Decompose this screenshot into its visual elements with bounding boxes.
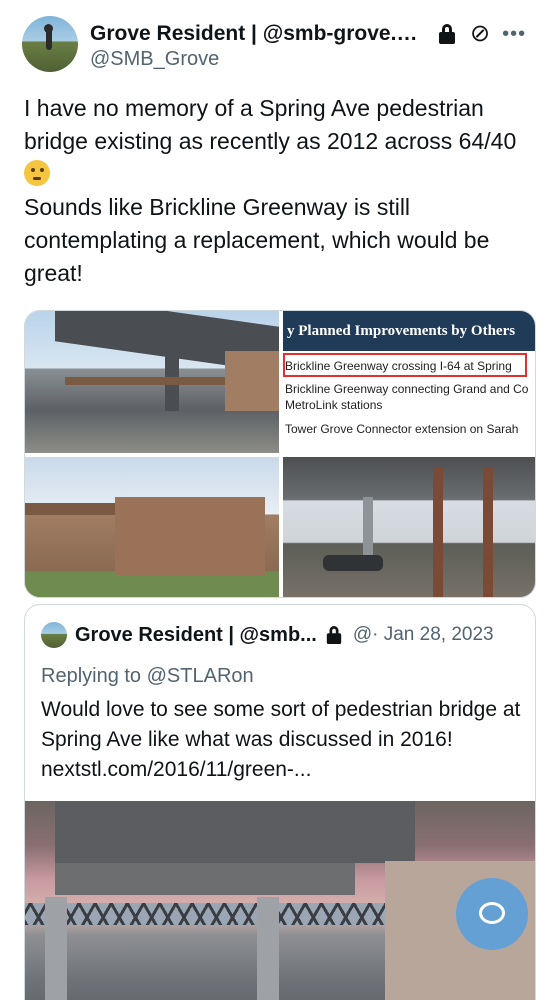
replying-to: Replying to @STLARon [41, 665, 254, 687]
quoted-author-avatar[interactable] [41, 622, 67, 648]
photo-pedestrian-bridge-building[interactable] [25, 457, 279, 597]
quoted-post-link[interactable]: nextstl.com/2016/11/green-... [41, 758, 311, 781]
post-text-line-1: I have no memory of a Spring Ave pedestr… [24, 95, 517, 154]
slide-item: MetroLink stations [285, 398, 383, 412]
photo-under-overpass-parking[interactable] [283, 457, 535, 597]
slide-title: y Planned Improvements by Others [283, 311, 535, 351]
name-row: Grove Resident | @smb-grove.bs... ⊘ ••• [90, 20, 542, 48]
post-text-line-2: Sounds like Brickline Greenway is still … [24, 194, 490, 286]
post-text: I have no memory of a Spring Ave pedestr… [24, 92, 539, 290]
slide-item: Brickline Greenway connecting Grand and … [285, 382, 529, 396]
slide-item: Tower Grove Connector extension on Sarah [285, 422, 519, 436]
author-avatar[interactable] [22, 16, 78, 72]
post-header: Grove Resident | @smb-grove.bs... ⊘ ••• … [22, 16, 542, 76]
slide-item: Brickline Greenway crossing I-64 at Spri… [285, 359, 512, 373]
author-display-name[interactable]: Grove Resident | @smb-grove.bs... [90, 22, 430, 46]
media-grid: y Planned Improvements by Others Brickli… [24, 310, 536, 598]
compose-fab[interactable] [456, 878, 528, 950]
lock-icon [438, 24, 456, 44]
thinking-face-emoji-icon [24, 160, 50, 186]
quoted-post-body: Would love to see some sort of pedestria… [41, 698, 521, 751]
author-handle[interactable]: @SMB_Grove [90, 48, 219, 71]
quoted-post-meta: @· Jan 28, 2023 [352, 624, 494, 645]
lock-icon [326, 626, 342, 644]
slide-planned-improvements[interactable]: y Planned Improvements by Others Brickli… [283, 311, 535, 453]
chat-bubble-icon [479, 902, 505, 924]
quoted-author-display-name[interactable]: Grove Resident | @smb... [75, 624, 317, 647]
quoted-post-text: Would love to see some sort of pedestria… [41, 695, 521, 785]
quoted-post-header: Grove Resident | @smb... @· Jan 28, 2023 [41, 621, 521, 649]
photo-overpass-street-view[interactable] [25, 311, 279, 453]
grok-icon[interactable]: ⊘ [470, 22, 490, 46]
quoted-post[interactable]: Grove Resident | @smb... @· Jan 28, 2023… [24, 604, 536, 1000]
more-icon[interactable]: ••• [502, 23, 526, 46]
